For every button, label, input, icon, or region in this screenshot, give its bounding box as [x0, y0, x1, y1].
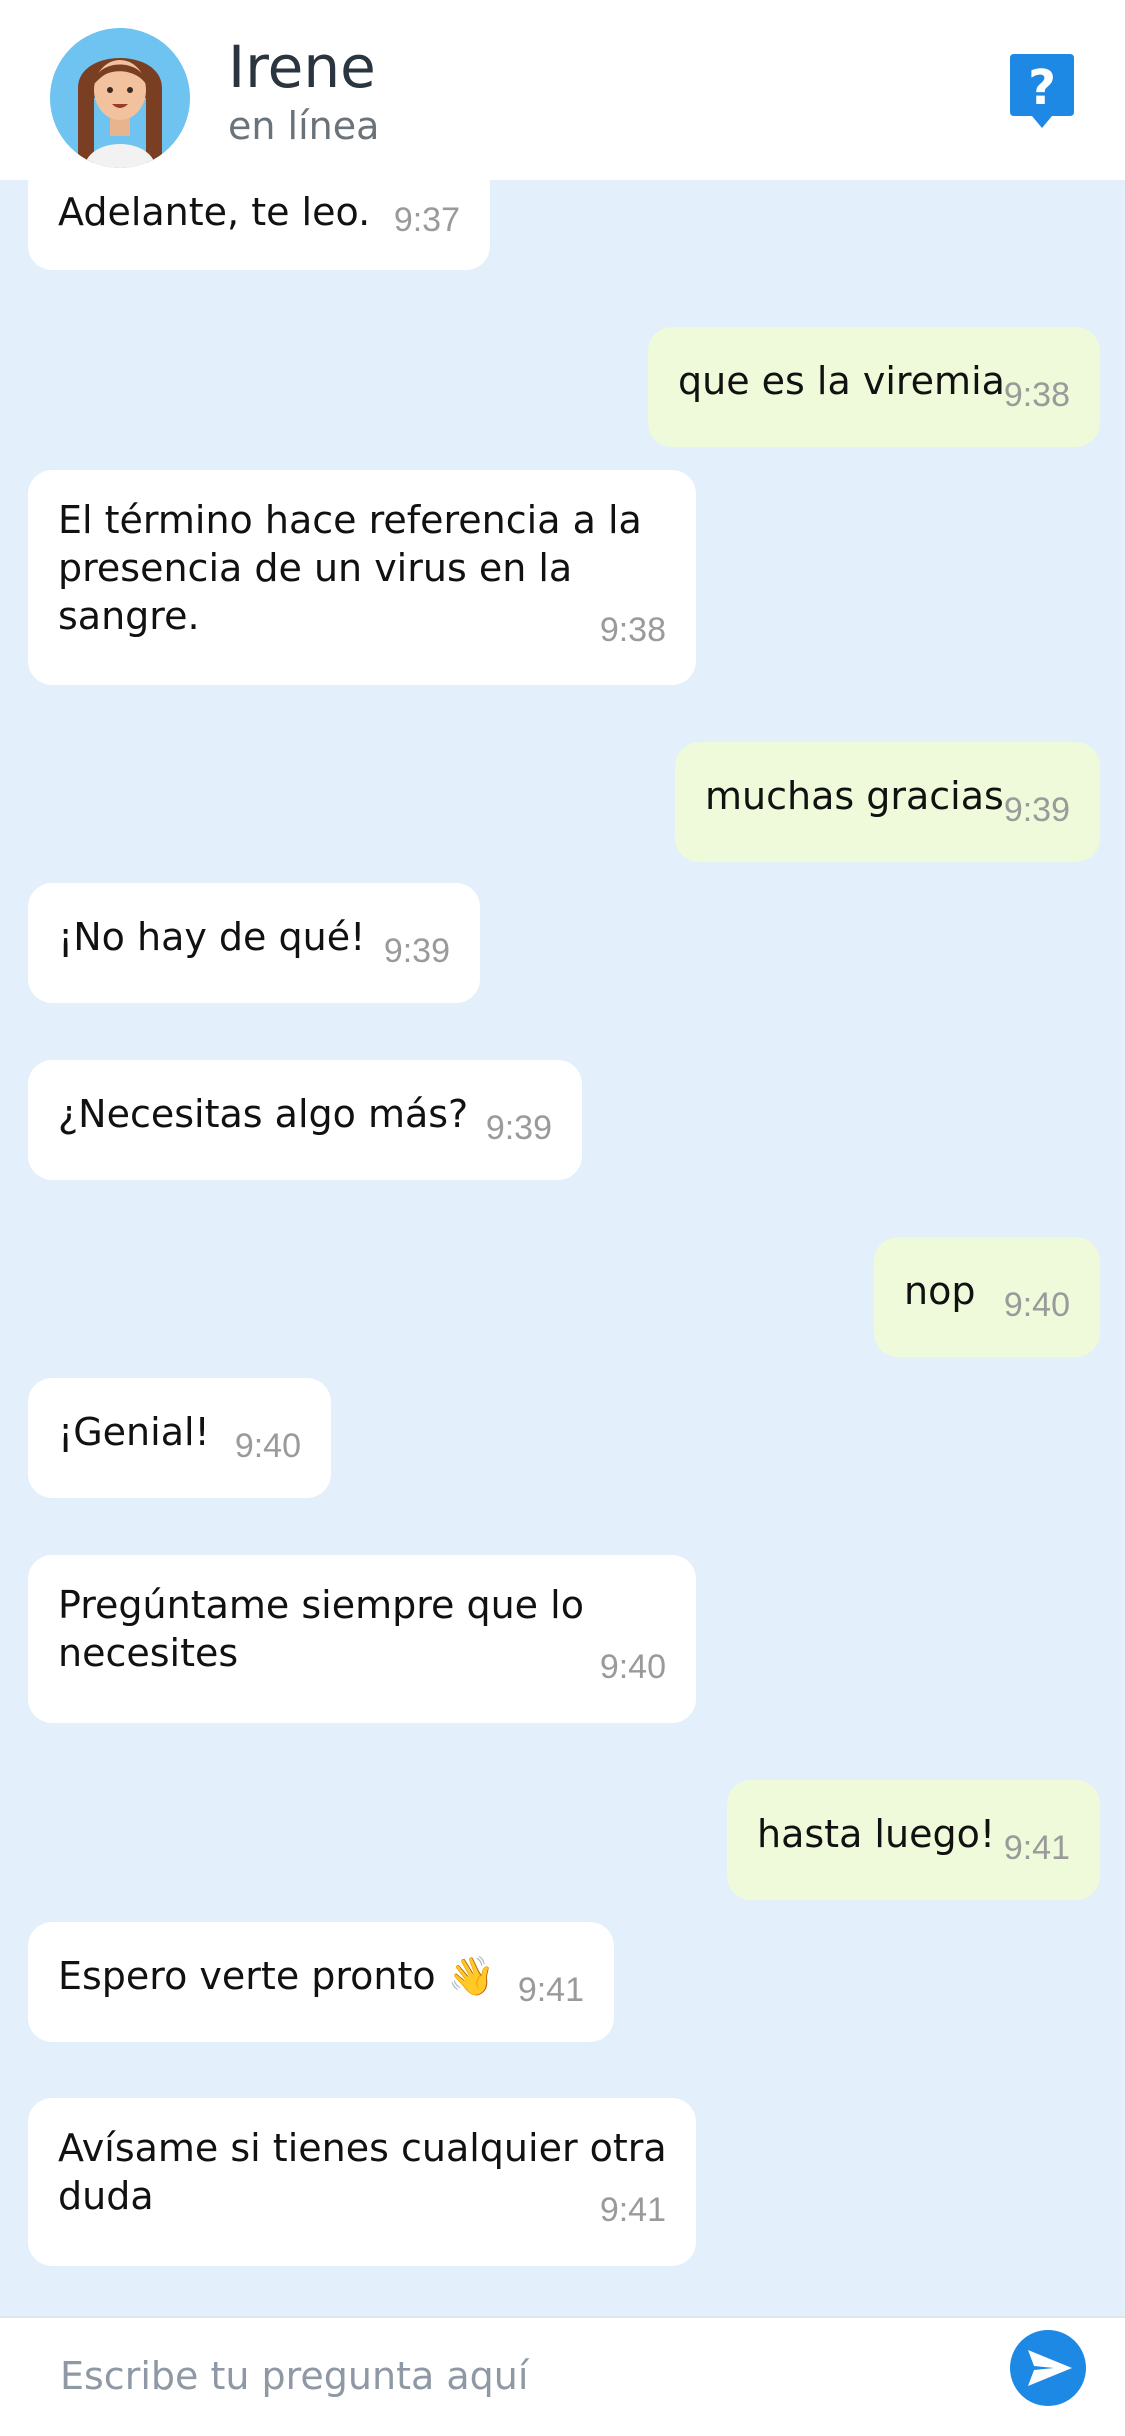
- message-text-line: necesites: [58, 1631, 239, 1675]
- message-time: 9:39: [383, 932, 450, 970]
- message-text: hasta luego!: [757, 1812, 996, 1856]
- message-bubble-bot: ¡No hay de qué! 9:39: [28, 883, 480, 1003]
- message-bubble-user: muchas gracias 9:39: [675, 742, 1100, 862]
- message-text: ¿Necesitas algo más?: [58, 1092, 469, 1136]
- message-text-line: sangre.: [58, 594, 200, 638]
- message-bubble-user: nop 9:40: [874, 1237, 1100, 1357]
- message-time: 9:41: [599, 2191, 666, 2229]
- svg-text:?: ?: [1028, 60, 1056, 116]
- message-list[interactable]: Adelante, te leo. 9:37 que es la viremia…: [0, 180, 1125, 2316]
- message-text-line: presencia de un virus en la: [58, 546, 573, 590]
- message-time: 9:40: [1003, 1286, 1070, 1324]
- send-icon: [1028, 2350, 1072, 2386]
- message-text: nop: [904, 1269, 976, 1313]
- message-text-line: Pregúntame siempre que lo: [58, 1583, 584, 1627]
- message-bubble-bot: Pregúntame siempre que lo necesites 9:40: [28, 1555, 696, 1723]
- message-text: Adelante, te leo.: [58, 190, 371, 234]
- message-bubble-bot: ¿Necesitas algo más? 9:39: [28, 1060, 582, 1180]
- message-time: 9:41: [517, 1971, 584, 2009]
- message-bubble-bot: Adelante, te leo. 9:37: [28, 180, 490, 270]
- message-time: 9:40: [234, 1427, 301, 1465]
- send-button[interactable]: [1010, 2330, 1086, 2406]
- help-button[interactable]: ?: [1008, 52, 1076, 130]
- message-time: 9:38: [1003, 376, 1070, 414]
- message-time: 9:39: [485, 1109, 552, 1147]
- message-text: ¡No hay de qué!: [58, 915, 366, 959]
- message-bubble-bot: El término hace referencia a la presenci…: [28, 470, 696, 685]
- contact-status: en línea: [228, 104, 380, 148]
- contact-name: Irene: [228, 33, 376, 101]
- chat-header: Irene en línea ?: [0, 0, 1125, 180]
- message-bubble-bot: Avísame si tienes cualquier otra duda 9:…: [28, 2098, 696, 2266]
- question-chat-icon: ?: [1010, 54, 1074, 128]
- message-bubble-user: hasta luego! 9:41: [727, 1780, 1100, 1900]
- message-time: 9:41: [1003, 1829, 1070, 1867]
- message-time: 9:39: [1003, 791, 1070, 829]
- message-composer: [0, 2316, 1125, 2436]
- question-input[interactable]: [60, 2336, 960, 2416]
- contact-avatar[interactable]: [50, 28, 190, 168]
- message-time: 9:40: [599, 1648, 666, 1686]
- message-text: muchas gracias: [705, 774, 1004, 818]
- message-text-line: Avísame si tienes cualquier otra: [58, 2126, 667, 2170]
- message-text: Espero verte pronto 👋: [58, 1954, 496, 1998]
- message-text-line: duda: [58, 2174, 154, 2218]
- message-bubble-bot: Espero verte pronto 👋 9:41: [28, 1922, 614, 2042]
- message-text-line: El término hace referencia a la: [58, 498, 642, 542]
- message-time: 9:38: [599, 611, 666, 649]
- message-bubble-bot: ¡Genial! 9:40: [28, 1378, 331, 1498]
- woman-avatar-icon: [50, 28, 190, 168]
- message-text: ¡Genial!: [58, 1410, 210, 1454]
- message-time: 9:37: [393, 201, 460, 239]
- message-text: que es la viremia: [678, 359, 1005, 403]
- message-bubble-user: que es la viremia 9:38: [648, 327, 1100, 447]
